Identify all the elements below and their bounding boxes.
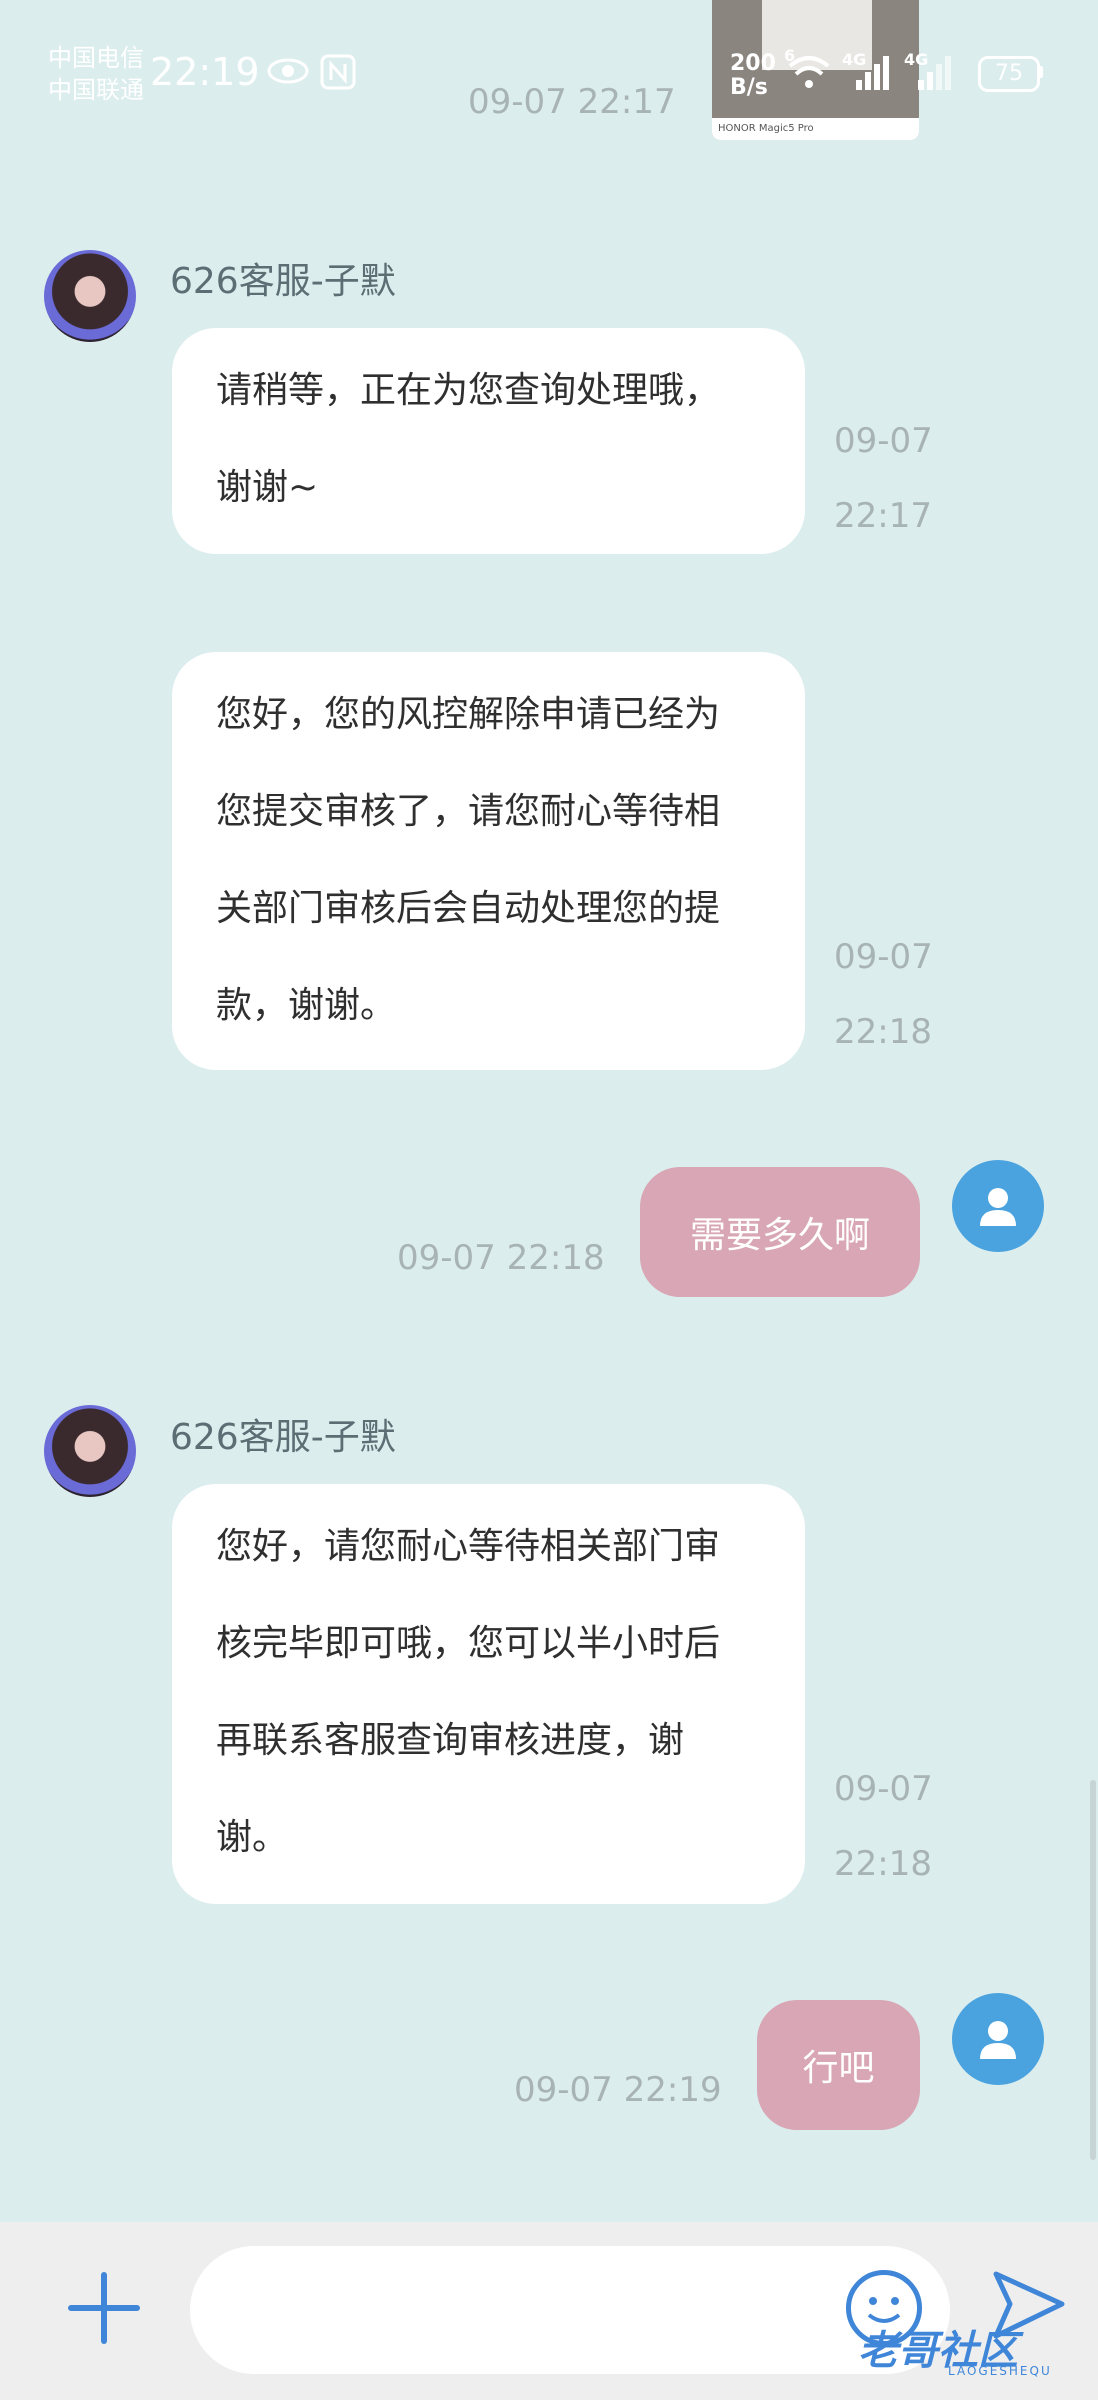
message-text: 行吧 [802,2048,875,2089]
user-icon [980,2021,1016,2059]
battery-tip [1038,66,1043,78]
message-line: 款，谢谢。 [216,985,397,1026]
outgoing-message[interactable]: 行吧 [757,2000,920,2130]
status-time: 22:19 [150,50,260,94]
sender-name: 626客服-子默 [170,1417,396,1458]
outgoing-message[interactable]: 需要多久啊 [640,1167,920,1297]
signal-label-2: 4G [904,50,929,69]
user-icon [980,1188,1016,1226]
carrier-1: 中国电信 [48,44,144,72]
message-line: 请稍等，正在为您查询处理哦， [216,370,721,411]
message-line: 关部门审核后会自动处理您的提 [216,888,721,929]
timestamp-time: 22:18 [834,1012,932,1052]
signal-label-1: 4G [842,50,867,69]
message-line: 谢。 [216,1817,289,1858]
incoming-message[interactable]: 请稍等，正在为您查询处理哦， 谢谢~ [172,328,805,554]
nfc-icon [320,54,356,94]
message-input[interactable] [190,2246,950,2374]
timestamp-time: 22:17 [834,496,932,536]
message-timestamp: 09-07 22:18 [397,1238,605,1278]
battery-indicator: 75 [978,56,1040,92]
eye-icon [266,56,310,90]
message-line: 您提交审核了，请您耐心等待相 [216,791,721,832]
timestamp-date: 09-07 [834,421,933,461]
image-timestamp: 09-07 22:17 [468,82,676,122]
sender-name: 626客服-子默 [170,261,396,302]
carrier-2: 中国联通 [48,76,144,104]
scrollbar[interactable] [1090,1780,1096,2160]
watermark-subtext: LAOGESHEQU [948,2364,1052,2378]
timestamp-date: 09-07 [834,1769,933,1809]
message-line: 您好，请您耐心等待相关部门审 [216,1526,721,1567]
signal-icon-1: 4G [842,50,892,96]
message-timestamp: 09-07 22:19 [514,2070,722,2110]
signal-icon-2: 4G [904,50,954,96]
net-speed-value: 200 [730,51,776,76]
message-line: 再联系客服查询审核进度，谢 [216,1720,685,1761]
message-text: 需要多久啊 [689,1215,870,1256]
carrier-labels: 中国电信 中国联通 [48,42,144,106]
incoming-message[interactable]: 您好，您的风控解除申请已经为 您提交审核了，请您耐心等待相 关部门审核后会自动处… [172,652,805,1070]
user-avatar[interactable] [952,1993,1044,2085]
user-avatar[interactable] [952,1160,1044,1252]
add-attachment-button[interactable] [68,2272,140,2344]
wifi-label: 6 [784,46,796,65]
message-line: 您好，您的风控解除申请已经为 [216,694,721,735]
timestamp-date: 09-07 [834,937,933,977]
message-line: 核完毕即可哦，您可以半小时后 [216,1623,721,1664]
net-speed: 200 B/s [730,52,776,100]
photo-caption: HONOR Magic5 Pro [712,118,919,140]
message-timestamp: 09-07 22:18 [834,1752,933,1902]
net-speed-unit: B/s [730,75,768,100]
incoming-message[interactable]: 您好，请您耐心等待相关部门审 核完毕即可哦，您可以半小时后 再联系客服查询审核进… [172,1484,805,1904]
message-line: 谢谢~ [216,467,319,508]
timestamp-time: 22:18 [834,1844,932,1884]
agent-avatar[interactable] [44,1405,136,1497]
message-timestamp: 09-07 22:18 [834,920,933,1070]
wifi-icon: 6 [784,46,832,96]
agent-avatar[interactable] [44,250,136,342]
message-timestamp: 09-07 22:17 [834,404,933,554]
